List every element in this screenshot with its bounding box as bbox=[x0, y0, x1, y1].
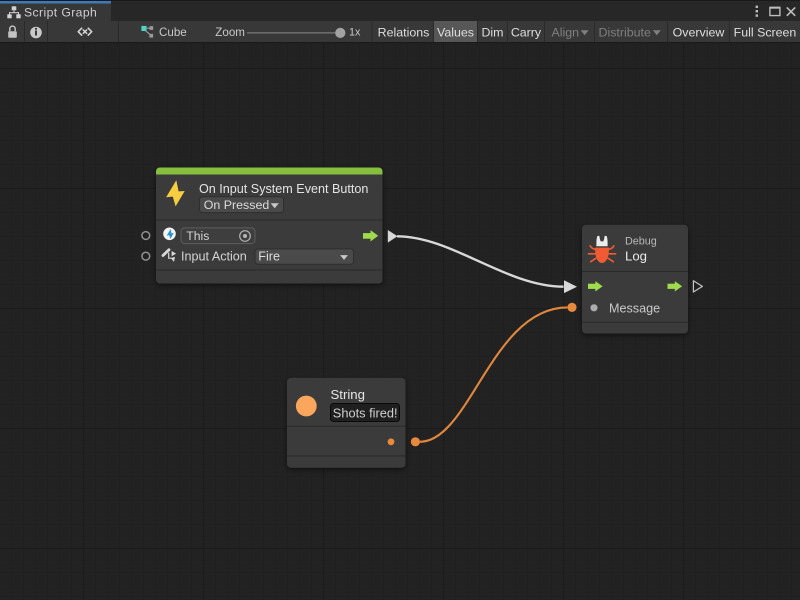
svg-text:Carry: Carry bbox=[511, 26, 542, 40]
svg-text:Input Action: Input Action bbox=[181, 250, 247, 264]
svg-text:Message: Message bbox=[609, 301, 660, 315]
svg-text:Relations: Relations bbox=[378, 26, 430, 40]
svg-text:Align: Align bbox=[552, 26, 580, 40]
svg-text:This: This bbox=[186, 229, 209, 243]
svg-text:Overview: Overview bbox=[673, 26, 725, 40]
svg-text:Values: Values bbox=[437, 26, 474, 40]
svg-text:Shots fired!: Shots fired! bbox=[333, 406, 398, 421]
svg-text:Log: Log bbox=[625, 249, 647, 264]
svg-text:Script Graph: Script Graph bbox=[24, 6, 97, 20]
svg-text:On Input System Event Button: On Input System Event Button bbox=[199, 182, 368, 196]
svg-text:Debug: Debug bbox=[625, 236, 657, 248]
svg-text:Cube: Cube bbox=[159, 26, 187, 39]
svg-text:Distribute: Distribute bbox=[599, 26, 651, 40]
svg-text:Fire: Fire bbox=[258, 250, 280, 264]
svg-text:Dim: Dim bbox=[481, 26, 503, 40]
svg-text:Full Screen: Full Screen bbox=[734, 26, 797, 40]
svg-text:1x: 1x bbox=[349, 27, 361, 39]
svg-text:String: String bbox=[331, 387, 365, 402]
svg-text:Zoom: Zoom bbox=[215, 26, 245, 39]
svg-text:On Pressed: On Pressed bbox=[204, 198, 270, 212]
